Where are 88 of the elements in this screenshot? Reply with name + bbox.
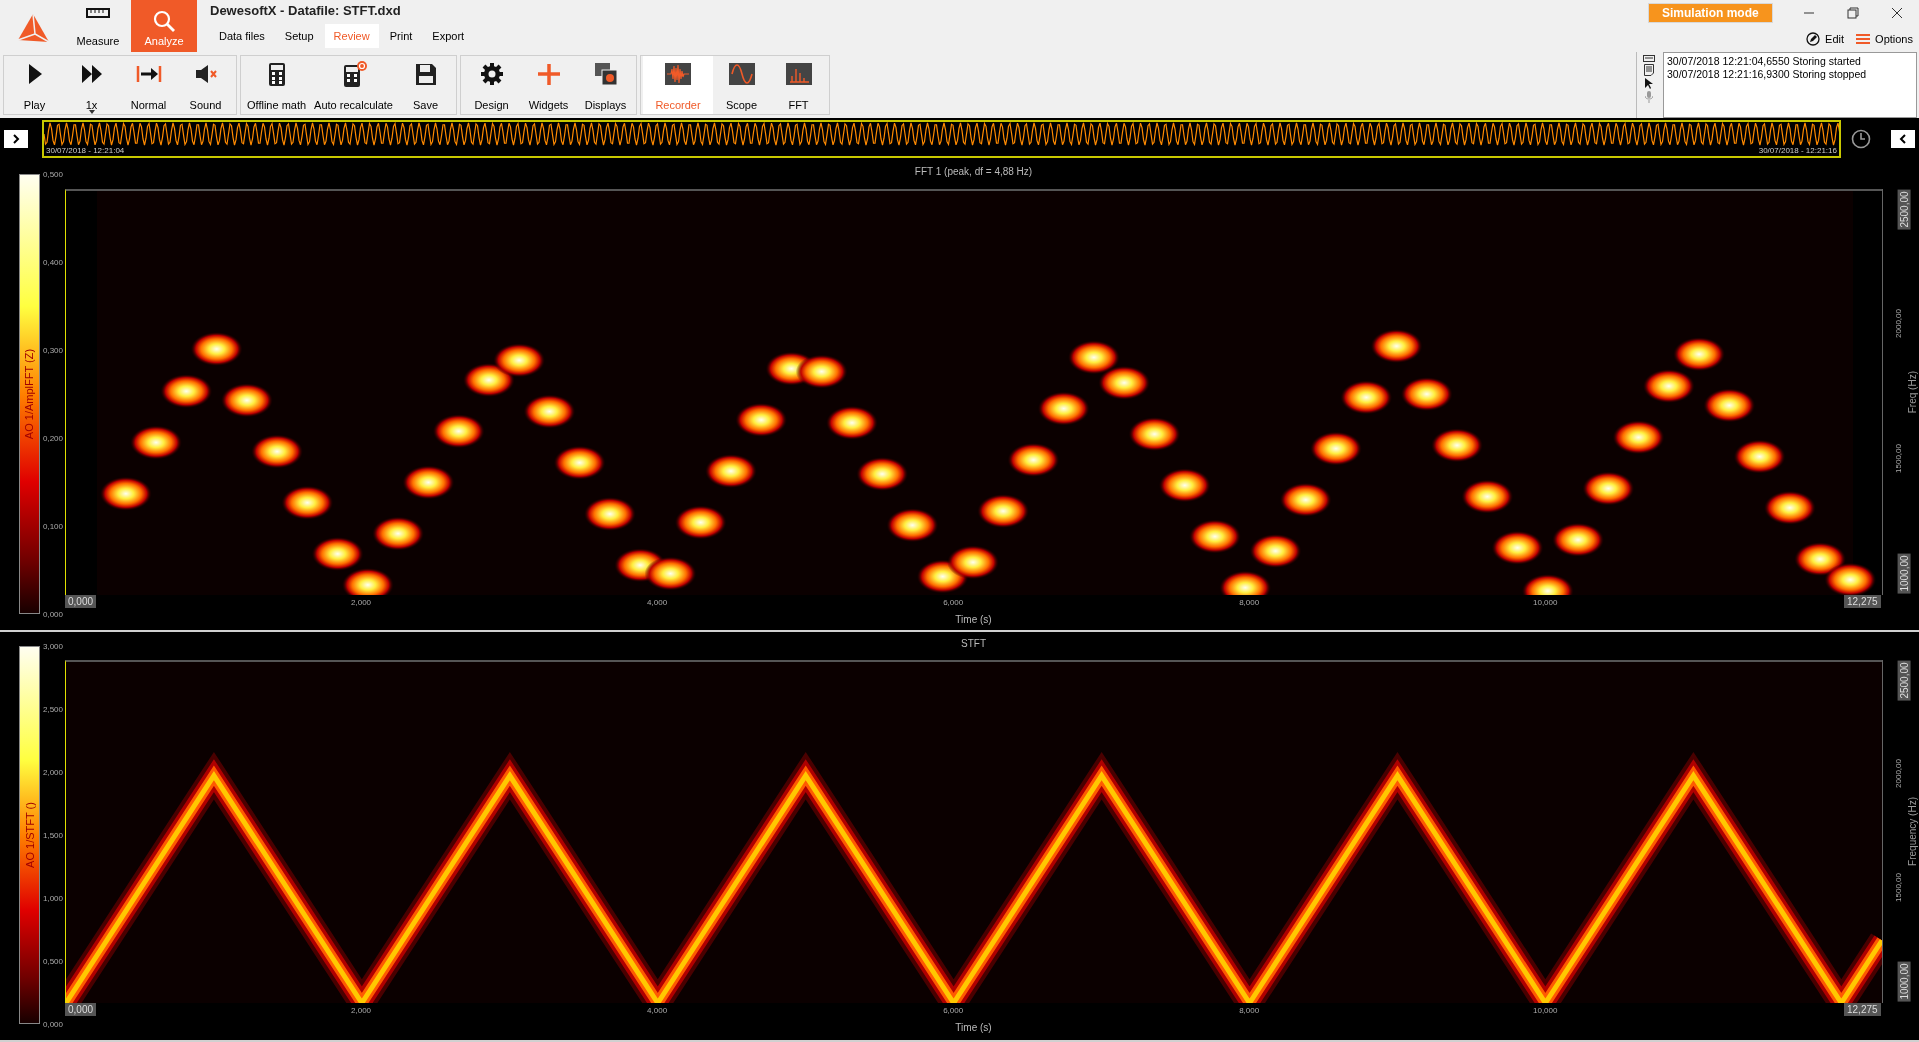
toolbar-button[interactable]: Sound: [177, 56, 234, 114]
log-entry: 30/07/2018 12:21:16,9300 Storing stopped: [1667, 68, 1868, 81]
keyboard-icon[interactable]: [1643, 55, 1655, 62]
scale-tick-label: 0,300: [43, 345, 64, 355]
ruler-icon: [84, 8, 112, 18]
toolbar-button[interactable]: Normal: [120, 56, 177, 114]
axis-tick-label: 12,275: [1844, 595, 1881, 608]
axis-tick-label: 6,000: [943, 1006, 964, 1015]
menu-icon: [1856, 33, 1871, 45]
sine-wave-icon: [726, 60, 757, 88]
toolbar-button[interactable]: 1x: [63, 56, 120, 114]
scale-tick-label: 0,500: [43, 169, 64, 179]
axis-tick-label: 2,000: [351, 598, 372, 607]
menu-tab[interactable]: Setup: [275, 24, 323, 48]
scale-tick-label: 2,000: [43, 767, 64, 777]
restore-icon[interactable]: [1847, 7, 1859, 19]
mode-tab[interactable]: Measure: [65, 0, 131, 52]
axis-tick-label: 4,000: [647, 1006, 668, 1015]
chevron-right-icon[interactable]: [12, 134, 20, 144]
axis-tick-label: 0,000: [65, 1003, 97, 1016]
mode-badge: Simulation mode: [1648, 3, 1773, 23]
scale-tick-label: 0,500: [43, 956, 64, 966]
menu-tab[interactable]: Export: [423, 24, 474, 48]
axis-tick-label: 2000,00: [1893, 759, 1903, 789]
log-entry: 30/07/2018 12:21:04,6550 Storing started: [1667, 55, 1862, 68]
chevron-left-icon[interactable]: [1899, 134, 1907, 144]
menu-tab[interactable]: Print: [380, 24, 422, 48]
expand-button[interactable]: [4, 130, 28, 148]
scale-tick-label: 0,100: [43, 521, 64, 531]
timestamp: 30/07/2018 - 12:21:04: [46, 146, 125, 155]
toolbar-button[interactable]: Auto recalculate: [310, 56, 397, 114]
window-title: DewesoftX - Datafile: STFT.dxd: [210, 2, 402, 20]
axis-tick-label: 1500,00: [1893, 872, 1903, 902]
logo-icon: [15, 11, 50, 44]
close-icon[interactable]: [1891, 7, 1903, 19]
axis-title: Time (s): [954, 1021, 993, 1035]
collapse-button[interactable]: [1891, 130, 1915, 148]
scale-tick-label: 1,500: [43, 830, 64, 840]
timestamp: 30/07/2018 - 12:21:16: [1758, 146, 1837, 155]
axis-tick-label: 1500,00: [1893, 443, 1903, 473]
axis-tick-label: 2500,00: [1897, 659, 1911, 701]
axis-tick-label: 10,000: [1533, 1006, 1558, 1015]
axis-title: Freq (Hz): [1907, 370, 1918, 414]
scale-label: AO 1/AmplFFT (Z): [23, 348, 36, 440]
scale-tick-label: 0,000: [43, 609, 64, 619]
toolbar-button[interactable]: Scope: [713, 56, 770, 114]
scale-label: AO 1/STFT (): [23, 802, 36, 868]
toolbar-button[interactable]: Recorder: [643, 56, 713, 114]
pencil-icon: [1806, 32, 1821, 46]
axis-tick-label: 0,000: [65, 595, 97, 608]
axis-title: Time (s): [954, 613, 993, 627]
axis-tick-label: 8,000: [1239, 1006, 1260, 1015]
waveform-icon: [663, 60, 693, 88]
scale-tick-label: 0,400: [43, 257, 64, 267]
axis-tick-label: 8,000: [1239, 598, 1260, 607]
toolbar-button[interactable]: Displays: [577, 56, 634, 114]
timeline-overview[interactable]: 30/07/2018 - 12:21:04 30/07/2018 - 12:21:16: [42, 120, 1841, 158]
cursor-icon[interactable]: [1645, 78, 1653, 89]
toolbar-button[interactable]: Widgets: [520, 56, 577, 114]
axis-tick-label: 1000,00: [1897, 960, 1911, 1002]
toolbar-button[interactable]: Offline math: [243, 56, 311, 114]
bar-chart-icon: [783, 60, 814, 88]
axis-tick-label: 2500,00: [1897, 188, 1911, 230]
scale-tick-label: 3,000: [43, 641, 64, 651]
clock-icon[interactable]: [1851, 129, 1871, 149]
axis-tick-label: 6,000: [943, 598, 964, 607]
scale-tick-label: 1,000: [43, 893, 64, 903]
toolbar-button[interactable]: Design: [463, 56, 520, 114]
note-icon[interactable]: [1644, 64, 1654, 76]
chart-title: STFT: [960, 637, 987, 651]
chart-title: FFT 1 (peak, df = 4,88 Hz): [913, 165, 1034, 179]
axis-tick-label: 10,000: [1533, 598, 1558, 607]
toolbar-button[interactable]: Save: [397, 56, 454, 114]
scale-tick-label: 0,000: [43, 1019, 64, 1029]
scale-tick-label: 0,200: [43, 433, 64, 443]
axis-tick-label: 4,000: [647, 598, 668, 607]
toolbar-link[interactable]: Options: [1856, 33, 1913, 45]
toolbar-button[interactable]: Play: [6, 56, 63, 114]
toolbar-button[interactable]: FFT: [770, 56, 827, 114]
caret-icon[interactable]: [88, 110, 95, 114]
scale-tick-label: 2,500: [43, 704, 64, 714]
axis-tick-label: 2,000: [351, 1006, 372, 1015]
menu-tab[interactable]: Data files: [210, 24, 274, 48]
axis-tick-label: 1000,00: [1897, 552, 1911, 594]
axis-tick-label: 12,275: [1844, 1003, 1881, 1016]
toolbar-link[interactable]: Edit: [1806, 32, 1845, 46]
axis-title: Frequency (Hz): [1907, 797, 1918, 866]
axis-tick-label: 2000,00: [1893, 309, 1903, 339]
